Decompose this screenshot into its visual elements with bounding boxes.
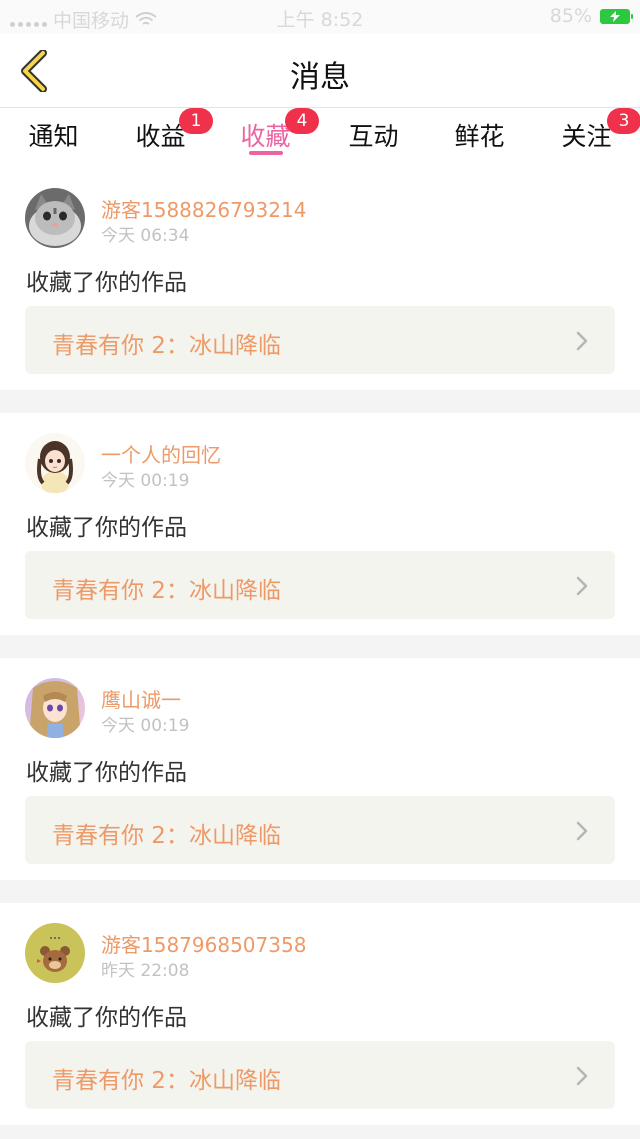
tab-flowers[interactable]: 鲜花 [426, 108, 533, 168]
tab-follow[interactable]: 关注 3 [533, 108, 640, 168]
tab-label: 收藏 [240, 122, 291, 151]
status-right: 85% [549, 5, 633, 27]
battery-percent: 85% [549, 5, 592, 27]
chevron-right-icon [576, 576, 588, 596]
tab-label: 收益 [135, 122, 186, 151]
active-tab-indicator [248, 151, 283, 155]
tab-bar: 通知 收益 1 收藏 4 互动 鲜花 关注 3 [0, 108, 640, 168]
message-text: 收藏了你的作品 [26, 515, 187, 541]
work-link[interactable]: 青春有你 2：冰山降临 [25, 1041, 615, 1109]
screen: 中国移动 上午 8:52 85% 消息 通知 收益 1 收藏 4 互动 鲜花 关… [0, 0, 640, 1139]
message-text: 收藏了你的作品 [26, 270, 187, 296]
work-title: 青春有你 2：冰山降临 [52, 1068, 281, 1094]
work-title: 青春有你 2：冰山降临 [52, 578, 281, 604]
chevron-right-icon [576, 821, 588, 841]
tab-interaction[interactable]: 互动 [320, 108, 427, 168]
work-title: 青春有你 2：冰山降临 [52, 823, 281, 849]
unread-badge: 3 [607, 108, 640, 134]
cat-avatar[interactable] [25, 188, 85, 248]
anime-girl-avatar[interactable] [25, 433, 85, 493]
message-text: 收藏了你的作品 [26, 760, 187, 786]
status-time: 上午 8:52 [276, 9, 364, 31]
work-link[interactable]: 青春有你 2：冰山降临 [25, 551, 615, 619]
chevron-left-icon [21, 50, 47, 92]
chevron-right-icon [576, 1066, 588, 1086]
work-link[interactable]: 青春有你 2：冰山降临 [25, 796, 615, 864]
tab-label: 通知 [28, 122, 79, 151]
unread-badge: 1 [179, 108, 213, 134]
charging-icon [610, 10, 620, 22]
message-text: 收藏了你的作品 [26, 1005, 187, 1031]
tab-label: 关注 [561, 122, 612, 151]
username[interactable]: 一个人的回忆 [101, 439, 221, 468]
message-card: 一个人的回忆 今天 00:19 收藏了你的作品 青春有你 2：冰山降临 [0, 413, 640, 635]
message-time: 今天 00:19 [101, 471, 190, 491]
anime-portrait-avatar[interactable] [25, 678, 85, 738]
unread-badge: 4 [285, 108, 319, 134]
tab-income[interactable]: 收益 1 [107, 108, 214, 168]
message-time: 昨天 22:08 [101, 961, 190, 981]
tab-favorites[interactable]: 收藏 4 [212, 108, 319, 168]
nav-header: 消息 [0, 34, 640, 108]
message-card: 游客1587968507358 昨天 22:08 收藏了你的作品 青春有你 2：… [0, 903, 640, 1125]
message-time: 今天 00:19 [101, 716, 190, 736]
tab-notice[interactable]: 通知 [0, 108, 107, 168]
back-button[interactable] [14, 48, 54, 94]
username[interactable]: 游客1588826793214 [101, 194, 306, 223]
status-bar: 中国移动 上午 8:52 85% [0, 0, 640, 34]
tab-label: 互动 [348, 122, 399, 151]
work-title: 青春有你 2：冰山降临 [52, 333, 281, 359]
username[interactable]: 鹰山诚一 [101, 684, 181, 713]
page-title: 消息 [290, 60, 350, 95]
message-card: 鹰山诚一 今天 00:19 收藏了你的作品 青春有你 2：冰山降临 [0, 658, 640, 880]
message-time: 今天 06:34 [101, 226, 190, 246]
username[interactable]: 游客1587968507358 [101, 929, 306, 958]
tab-label: 鲜花 [454, 122, 505, 151]
battery-icon [600, 8, 633, 24]
message-card: 游客1588826793214 今天 06:34 收藏了你的作品 青春有你 2：… [0, 168, 640, 390]
work-link[interactable]: 青春有你 2：冰山降临 [25, 306, 615, 374]
bear-avatar[interactable] [25, 923, 85, 983]
message-list: 游客1588826793214 今天 06:34 收藏了你的作品 青春有你 2：… [0, 168, 640, 1139]
chevron-right-icon [576, 331, 588, 351]
